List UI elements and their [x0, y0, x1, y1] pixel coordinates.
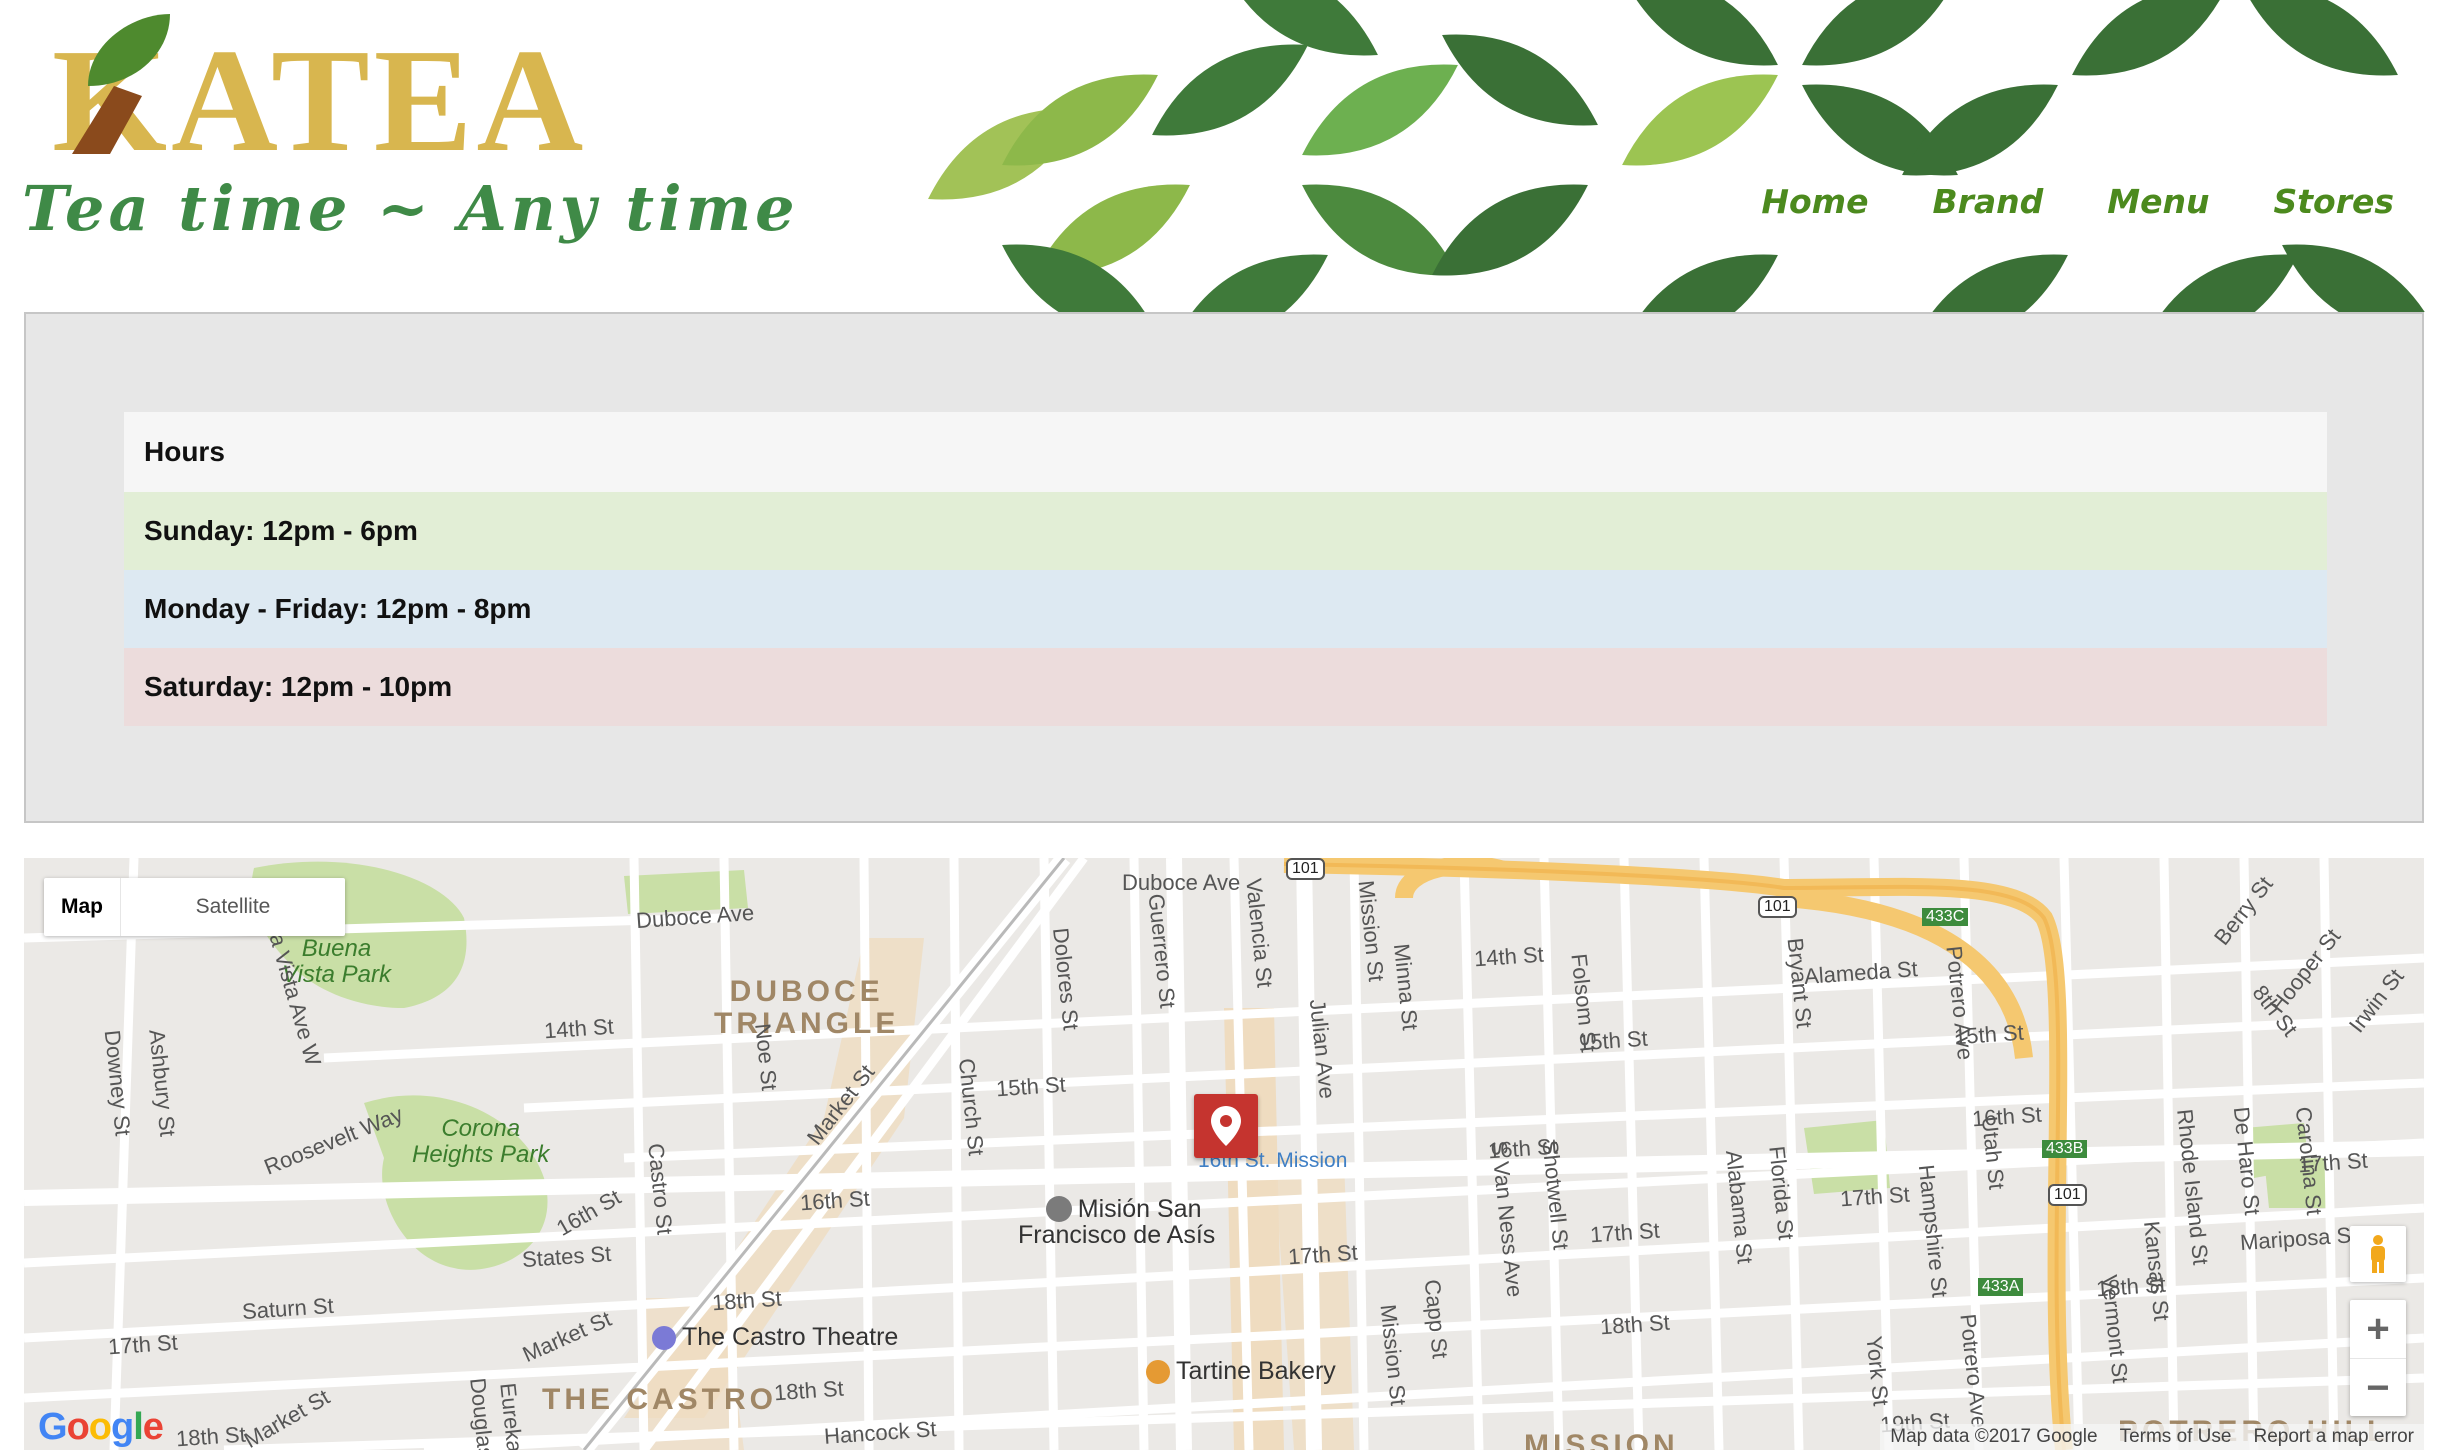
katea-logo[interactable]: KATEA [52, 14, 612, 154]
store-location-marker[interactable] [1194, 1094, 1258, 1158]
nav-brand[interactable]: Brand [1932, 182, 2043, 221]
street-label: 16th St [799, 1185, 871, 1216]
street-label: 15th St [995, 1071, 1067, 1102]
street-label: 17th St [107, 1329, 179, 1360]
report-map-error-link[interactable]: Report a map error [2253, 1426, 2414, 1448]
street-label: 18th St [175, 1421, 247, 1450]
map-type-satellite-button[interactable]: Satellite [120, 878, 345, 936]
neighborhood-duboce-triangle: DUBOCE TRIANGLE [714, 975, 900, 1040]
hours-heading: Hours [124, 412, 2327, 492]
restaurant-icon [1146, 1360, 1170, 1385]
poi-castro-theatre: The Castro Theatre [652, 1324, 898, 1351]
hours-row-sunday: Sunday: 12pm - 6pm [124, 492, 2327, 570]
zoom-out-button[interactable]: − [2350, 1359, 2406, 1417]
street-label: 14th St [543, 1013, 615, 1044]
map-attribution: Map data ©2017 Google Terms of Use Repor… [1880, 1424, 2424, 1450]
street-view-pegman[interactable] [2350, 1226, 2406, 1282]
poi-mision-san-francisco: Misión San Francisco de Asís [1018, 1195, 1216, 1249]
street-label: 17th St [1589, 1217, 1661, 1248]
theatre-icon [652, 1326, 676, 1351]
zoom-in-button[interactable]: + [2350, 1300, 2406, 1359]
main-nav: Home Brand Menu Stores [1761, 182, 2394, 221]
hours-table: Hours Sunday: 12pm - 6pm Monday - Friday… [124, 412, 2327, 726]
nav-stores[interactable]: Stores [2273, 182, 2394, 221]
street-label: 17th St [1839, 1181, 1911, 1212]
street-label: 18th St [773, 1375, 845, 1406]
exit-sign: 433C [1922, 908, 1969, 926]
exit-sign: 433A [1978, 1278, 2024, 1296]
neighborhood-mission: MISSION [1524, 1429, 1679, 1450]
hours-row-weekdays: Monday - Friday: 12pm - 8pm [124, 570, 2327, 648]
exit-sign: 433B [2042, 1140, 2088, 1158]
map-type-control: Map Satellite [44, 878, 345, 936]
terms-of-use-link[interactable]: Terms of Use [2120, 1426, 2232, 1448]
street-label: 18th St [711, 1285, 783, 1316]
hours-panel: Hours Sunday: 12pm - 6pm Monday - Friday… [24, 312, 2424, 823]
street-label: 18th St [1599, 1309, 1671, 1340]
park-corona-heights: Corona Heights Park [412, 1115, 550, 1168]
street-label: Duboce Ave [1122, 870, 1241, 895]
highway-shield: 101 [1286, 858, 1325, 880]
zoom-control: + − [2350, 1300, 2406, 1416]
neighborhood-the-castro: THE CASTRO [542, 1383, 777, 1416]
street-label: 17th St [1287, 1239, 1359, 1270]
google-logo[interactable]: Google [38, 1406, 164, 1449]
tagline: Tea time ~ Any time [22, 172, 799, 245]
nav-menu[interactable]: Menu [2107, 182, 2209, 221]
nav-home[interactable]: Home [1761, 182, 1868, 221]
site-header: KATEA Tea time ~ Any time Home Brand Men… [0, 0, 2450, 312]
poi-tartine-bakery: Tartine Bakery [1146, 1358, 1336, 1385]
map-data-credit: Map data ©2017 Google [1890, 1426, 2098, 1447]
hours-row-saturday: Saturday: 12pm - 10pm [124, 648, 2327, 726]
map-pin-icon [1211, 1106, 1241, 1146]
highway-shield: 101 [1758, 896, 1797, 918]
street-label: 14th St [1473, 941, 1545, 972]
store-map[interactable]: DUBOCE TRIANGLE THE CASTRO MISSION POTRE… [24, 858, 2424, 1450]
highway-shield: 101 [2048, 1184, 2087, 1206]
pegman-icon [2371, 1235, 2385, 1273]
museum-icon [1045, 1196, 1072, 1222]
map-type-map-button[interactable]: Map [44, 878, 120, 936]
